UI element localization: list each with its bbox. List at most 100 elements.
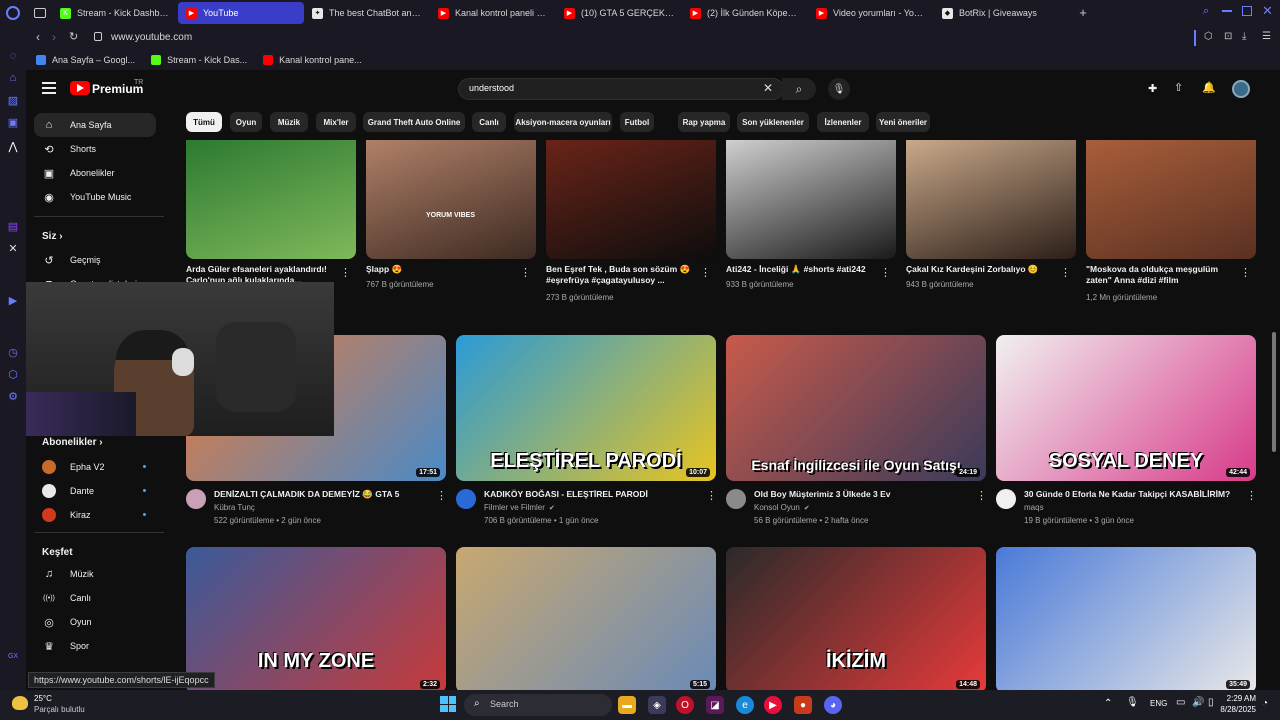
bookmark[interactable]: Stream - Kick Das... [151,55,247,65]
pinboard-icon[interactable]: ▨ [7,94,19,107]
sidebar-item[interactable]: ▣ Abonelikler [34,161,156,185]
create-icon[interactable]: ✚ [1148,82,1157,95]
channel-name[interactable]: Filmler ve Filmler ✔ [484,502,555,515]
language-indicator[interactable]: ENG [1150,699,1167,708]
opera-gx-icon[interactable]: O [676,696,694,714]
video-thumbnail[interactable]: IN MY ZONE 2:32 [186,547,446,690]
edge-icon[interactable]: e [736,696,754,714]
weather-icon[interactable] [12,696,28,710]
notifications-icon[interactable]: 🔔 [1202,81,1216,94]
voice-search-button[interactable]: 🎙 [828,78,850,100]
more-options-icon[interactable]: ⋮ [1246,489,1257,502]
network-icon[interactable]: ▭ [1176,697,1185,708]
settings-icon[interactable]: ⚙ [7,390,19,403]
browser-tab[interactable]: ✦ The best ChatBot and W... [304,2,430,24]
short-thumbnail[interactable]: YORUM VIBES [366,140,536,259]
search-box[interactable]: understood ✕ [458,78,784,100]
more-options-icon[interactable]: ⋮ [976,489,987,502]
clock-time[interactable]: 2:29 AM [1222,694,1256,703]
more-options-icon[interactable]: ⋮ [700,266,711,279]
history-rail-icon[interactable]: ◷ [7,346,19,359]
sidebar-subs-heading[interactable]: Abonelikler › [42,437,103,448]
filter-chip[interactable]: Grand Theft Auto Online [363,112,465,132]
more-options-icon[interactable]: ⋮ [1060,266,1071,279]
filter-chip[interactable]: Yeni öneriler [876,112,930,132]
browser-tab[interactable]: ▶ (2) İlk Günden Köpekbalığ... [682,2,808,24]
sidebar-item[interactable]: Kiraz [34,503,156,527]
minimize-icon[interactable] [1222,10,1232,12]
forward-icon[interactable]: › [52,31,56,43]
video-title[interactable]: DENİZALTI ÇALMADIK DA DEMEYİZ 😂 GTA 5 [214,489,434,501]
youtube-app-icon[interactable]: ▶ [764,696,782,714]
account-avatar[interactable] [1232,80,1250,98]
aria-icon[interactable]: ◌ [7,50,19,62]
short-thumbnail[interactable] [1086,140,1256,259]
volume-icon[interactable]: 🔊 [1192,697,1204,708]
start-icon[interactable] [440,696,456,712]
filter-chip[interactable]: İzlenenler [817,112,869,132]
taskbar-search[interactable]: ⌕ Search [464,694,612,716]
search-input[interactable]: understood [469,83,514,93]
close-window-icon[interactable]: ✕ [1262,3,1273,19]
download-icon[interactable]: ⤓ [1242,31,1246,42]
video-title[interactable]: KADIKÖY BOĞASI - ELEŞTİREL PARODİ [484,489,704,501]
video-thumbnail[interactable]: Esnaf İngilizcesi ile Oyun Satışı 24:19 [726,335,986,481]
video-thumbnail[interactable]: 5:15 [456,547,716,690]
filter-chip[interactable]: Rap yapma [678,112,730,132]
filter-chip[interactable]: Müzik [270,112,308,132]
sidebar-item[interactable]: ◉ YouTube Music [34,185,156,209]
tray-mic-icon[interactable]: 🎙 [1126,697,1139,708]
video-title[interactable]: Old Boy Müşterimiz 3 Ülkede 3 Ev [754,489,974,501]
kick-icon[interactable]: ⋀ [7,140,19,153]
menu-icon[interactable] [42,82,56,94]
browser-tab[interactable]: ▶ (10) GTA 5 GERÇEK HAYA... [556,2,682,24]
more-options-icon[interactable]: ⋮ [706,489,717,502]
notification-center-icon[interactable]: ◔ [1262,698,1268,709]
short-thumbnail[interactable] [726,140,896,259]
back-icon[interactable]: ‹ [36,31,40,43]
upload-icon[interactable]: ⇧ [1174,81,1183,94]
sidebar-item[interactable]: ⟲ Shorts [34,137,156,161]
filter-chip[interactable]: Aksiyon-macera oyunları [514,112,612,132]
x-icon[interactable]: ✕ [7,242,19,255]
filter-chip[interactable]: Son yüklenenler [737,112,809,132]
more-options-icon[interactable]: ⋮ [880,266,891,279]
filter-chip[interactable]: Mix'ler [316,112,356,132]
sidebar-item[interactable]: Epha V2 [34,455,156,479]
obs-app-icon[interactable]: ● [794,696,812,714]
snapshot-icon[interactable]: ⊡ [1224,31,1232,42]
channel-name[interactable]: Konsol Oyun ✔ [754,502,810,515]
app-icon[interactable]: ◈ [648,696,666,714]
tab-search-icon[interactable]: ⌕ [1203,5,1209,18]
video-title[interactable]: 30 Günde 0 Eforla Ne Kadar Takipçi KASAB… [1024,489,1244,501]
new-tab-icon[interactable]: + [1076,6,1090,20]
extensions-icon[interactable]: ⬡ [1204,31,1213,42]
filter-chip[interactable]: Tümü [186,112,222,132]
more-options-icon[interactable]: ⋮ [436,489,447,502]
reload-icon[interactable]: ↻ [69,31,78,43]
short-thumbnail[interactable] [186,140,356,259]
easy-setup-icon[interactable]: ☰ [1262,31,1271,42]
video-thumbnail[interactable]: İKİZİM 14:48 [726,547,986,690]
bookmark[interactable]: Ana Sayfa – Googl... [36,55,135,65]
workspaces-icon[interactable] [34,8,46,18]
extensions-rail-icon[interactable]: ⬡ [7,368,19,381]
url-field[interactable]: www.youtube.com [111,32,192,43]
search-button[interactable]: ⌕ [782,78,816,100]
browser-tab[interactable]: ▶ Video yorumları - YouTub... [808,2,934,24]
channel-avatar[interactable] [456,489,476,509]
channel-avatar[interactable] [726,489,746,509]
sidebar-item[interactable]: ↺ Geçmiş [34,248,156,272]
sidebar-item[interactable]: ◎ Oyun [34,610,156,634]
video-thumbnail[interactable]: 35:49 [996,547,1256,690]
browser-tab[interactable]: K Stream - Kick Dashboard [52,2,178,24]
opera-logo-icon[interactable] [6,6,20,20]
more-options-icon[interactable]: ⋮ [340,266,351,279]
sidebar-item[interactable]: ♛ Spor [34,634,156,658]
channel-name[interactable]: Kübra Tunç [214,502,255,514]
filter-chip[interactable]: Futbol [620,112,654,132]
twitch-icon[interactable]: ▤ [7,220,19,233]
short-title[interactable]: "Moskova da oldukça meşgulüm zaten" Anna… [1086,264,1236,286]
file-explorer-icon[interactable]: ▬ [618,696,636,714]
player-icon[interactable]: ▶ [7,294,19,307]
